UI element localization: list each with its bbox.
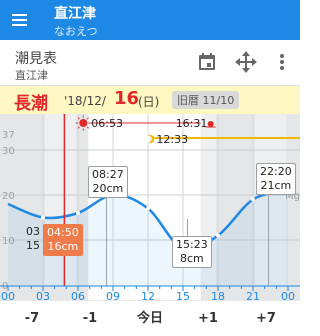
y-tick-label: 30 — [2, 146, 15, 157]
sunset-icon — [207, 121, 214, 127]
high-tide-1-height: 20cm — [92, 182, 124, 195]
y-tick-label: 37 — [2, 130, 15, 141]
sunset-time: 16:31 — [176, 117, 208, 130]
tide-chart[interactable]: 37302010006:5316:3112:330003060912151821… — [0, 114, 300, 300]
back-7-days-button[interactable]: -7 — [4, 301, 60, 336]
tide-type: 長潮 — [14, 94, 48, 114]
day-navigation: -7 -1 今日 +1 +7 — [0, 300, 300, 336]
back-1-day-button[interactable]: -1 — [62, 301, 118, 336]
forward-1-day-button[interactable]: +1 — [180, 301, 236, 336]
low-tide-1-time: 03 — [26, 225, 40, 238]
tide-point — [41, 215, 45, 220]
high-tide-2-height: 21cm — [260, 179, 292, 192]
date-day: 16 — [114, 88, 140, 109]
tide-info-bar: 長潮 '18/12/ 16 (日) 旧暦 11/10 — [0, 86, 300, 114]
move-arrows-icon[interactable] — [234, 50, 258, 74]
app-title: 直江津 — [54, 6, 96, 22]
menu-icon[interactable] — [10, 10, 30, 30]
low-tide-1-height: 15 — [26, 239, 40, 252]
x-tick-label: 15 — [176, 290, 190, 300]
current-tide-time: 04:50 — [47, 226, 79, 239]
tide-point — [146, 206, 150, 211]
current-tide-height: 16cm — [47, 240, 79, 253]
sunrise-time: 06:53 — [91, 117, 123, 130]
low-tide-2-label: 15:23 8cm — [172, 236, 212, 268]
x-tick-label: 00 — [1, 290, 15, 300]
forward-7-days-button[interactable]: +7 — [238, 301, 294, 336]
x-tick-label: 18 — [211, 290, 225, 300]
high-tide-2-time: 22:20 — [260, 165, 292, 178]
moonrise-time: 12:33 — [156, 133, 188, 146]
tide-chart-svg: 37302010006:5316:3112:330003060912151821… — [0, 114, 300, 300]
high-tide-1-time: 08:27 — [92, 168, 124, 181]
tide-point — [76, 211, 80, 215]
app-bar: 直江津 なおえつ — [0, 0, 300, 40]
x-tick-label: 12 — [141, 290, 155, 300]
tide-point — [216, 233, 220, 238]
more-vert-icon[interactable] — [270, 50, 294, 74]
x-tick-label: 06 — [71, 290, 85, 300]
app-subtitle: なおえつ — [54, 25, 98, 38]
toolbar: 潮見表 直江津 — [0, 40, 300, 86]
x-tick-label: 00 — [281, 290, 295, 300]
low-tide-2-time: 15:23 — [176, 238, 208, 251]
high-tide-1-label: 08:27 20cm — [88, 166, 128, 198]
x-tick-label: 21 — [246, 290, 260, 300]
y-tick-label: 20 — [2, 191, 15, 202]
current-tide-label: 04:50 16cm — [43, 224, 83, 256]
x-tick-label: 03 — [36, 290, 50, 300]
date-weekday: (日) — [138, 95, 160, 109]
calendar-icon[interactable] — [195, 50, 219, 74]
x-tick-label: 09 — [106, 290, 120, 300]
tide-point — [251, 197, 255, 202]
page-title: 潮見表 — [15, 51, 57, 67]
lunar-date-badge: 旧暦 11/10 — [172, 91, 240, 109]
date-year-month: '18/12/ — [64, 94, 106, 108]
sunrise-icon — [79, 119, 88, 127]
low-tide-1-label: 03 15 — [26, 225, 40, 253]
low-tide-2-height: 8cm — [179, 252, 204, 265]
moon-icon-shadow — [145, 135, 152, 143]
location-subtitle: 直江津 — [15, 69, 48, 82]
today-button[interactable]: 今日 — [122, 301, 178, 336]
high-tide-2-label: 22:20 21cm — [256, 163, 296, 195]
